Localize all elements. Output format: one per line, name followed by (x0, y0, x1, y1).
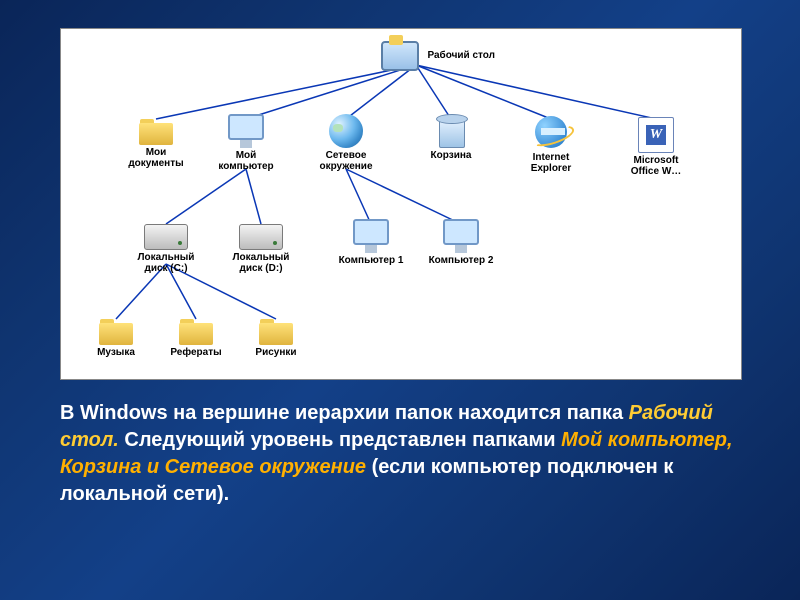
label-bin: Корзина (416, 150, 486, 161)
label-word: Microsoft Office W… (621, 155, 691, 177)
folder-icon (99, 319, 133, 345)
drive-icon (239, 224, 283, 250)
monitor-icon (351, 219, 391, 253)
globe-icon (329, 114, 363, 148)
label-ie: Internet Explorer (516, 152, 586, 174)
recycle-bin-icon (436, 114, 466, 148)
ie-icon (533, 114, 569, 150)
label-refs: Рефераты (161, 347, 231, 358)
node-mydocs: Мои документы (121, 119, 191, 169)
label-diskd: Локальный диск (D:) (226, 252, 296, 274)
node-pc1: Компьютер 1 (336, 219, 406, 266)
label-music: Музыка (81, 347, 151, 358)
label-desktop: Рабочий стол (427, 50, 495, 61)
node-ie: Internet Explorer (516, 114, 586, 174)
label-network: Сетевое окружение (311, 150, 381, 172)
caption-text: В Windows на вершине иерархии папок нахо… (60, 400, 740, 508)
cap-t2: Следующий уровень представлен папками (119, 429, 561, 451)
folder-icon (139, 119, 173, 145)
node-bin: Корзина (416, 114, 486, 161)
node-mycomp: Мой компьютер (211, 114, 281, 172)
folder-icon (179, 319, 213, 345)
label-pics: Рисунки (241, 347, 311, 358)
node-diskc: Локальный диск (C:) (131, 224, 201, 274)
drive-icon (144, 224, 188, 250)
desktop-icon (381, 37, 419, 71)
monitor-icon (441, 219, 481, 253)
node-pc2: Компьютер 2 (426, 219, 496, 266)
label-mydocs: Мои документы (121, 147, 191, 169)
folder-icon (259, 319, 293, 345)
node-refs: Рефераты (161, 319, 231, 358)
node-network: Сетевое окружение (311, 114, 381, 172)
cap-t1: В Windows на вершине иерархии папок нахо… (60, 402, 629, 424)
node-music: Музыка (81, 319, 151, 358)
node-pics: Рисунки (241, 319, 311, 358)
word-icon (638, 117, 674, 153)
label-diskc: Локальный диск (C:) (131, 252, 201, 274)
monitor-icon (226, 114, 266, 148)
label-pc1: Компьютер 1 (336, 255, 406, 266)
slide: Рабочий стол Мои документы Мой компьютер… (0, 0, 800, 600)
node-desktop: Рабочий стол (381, 37, 501, 73)
node-diskd: Локальный диск (D:) (226, 224, 296, 274)
diagram-panel: Рабочий стол Мои документы Мой компьютер… (60, 28, 742, 380)
node-word: Microsoft Office W… (621, 117, 691, 177)
label-pc2: Компьютер 2 (426, 255, 496, 266)
label-mycomp: Мой компьютер (211, 150, 281, 172)
